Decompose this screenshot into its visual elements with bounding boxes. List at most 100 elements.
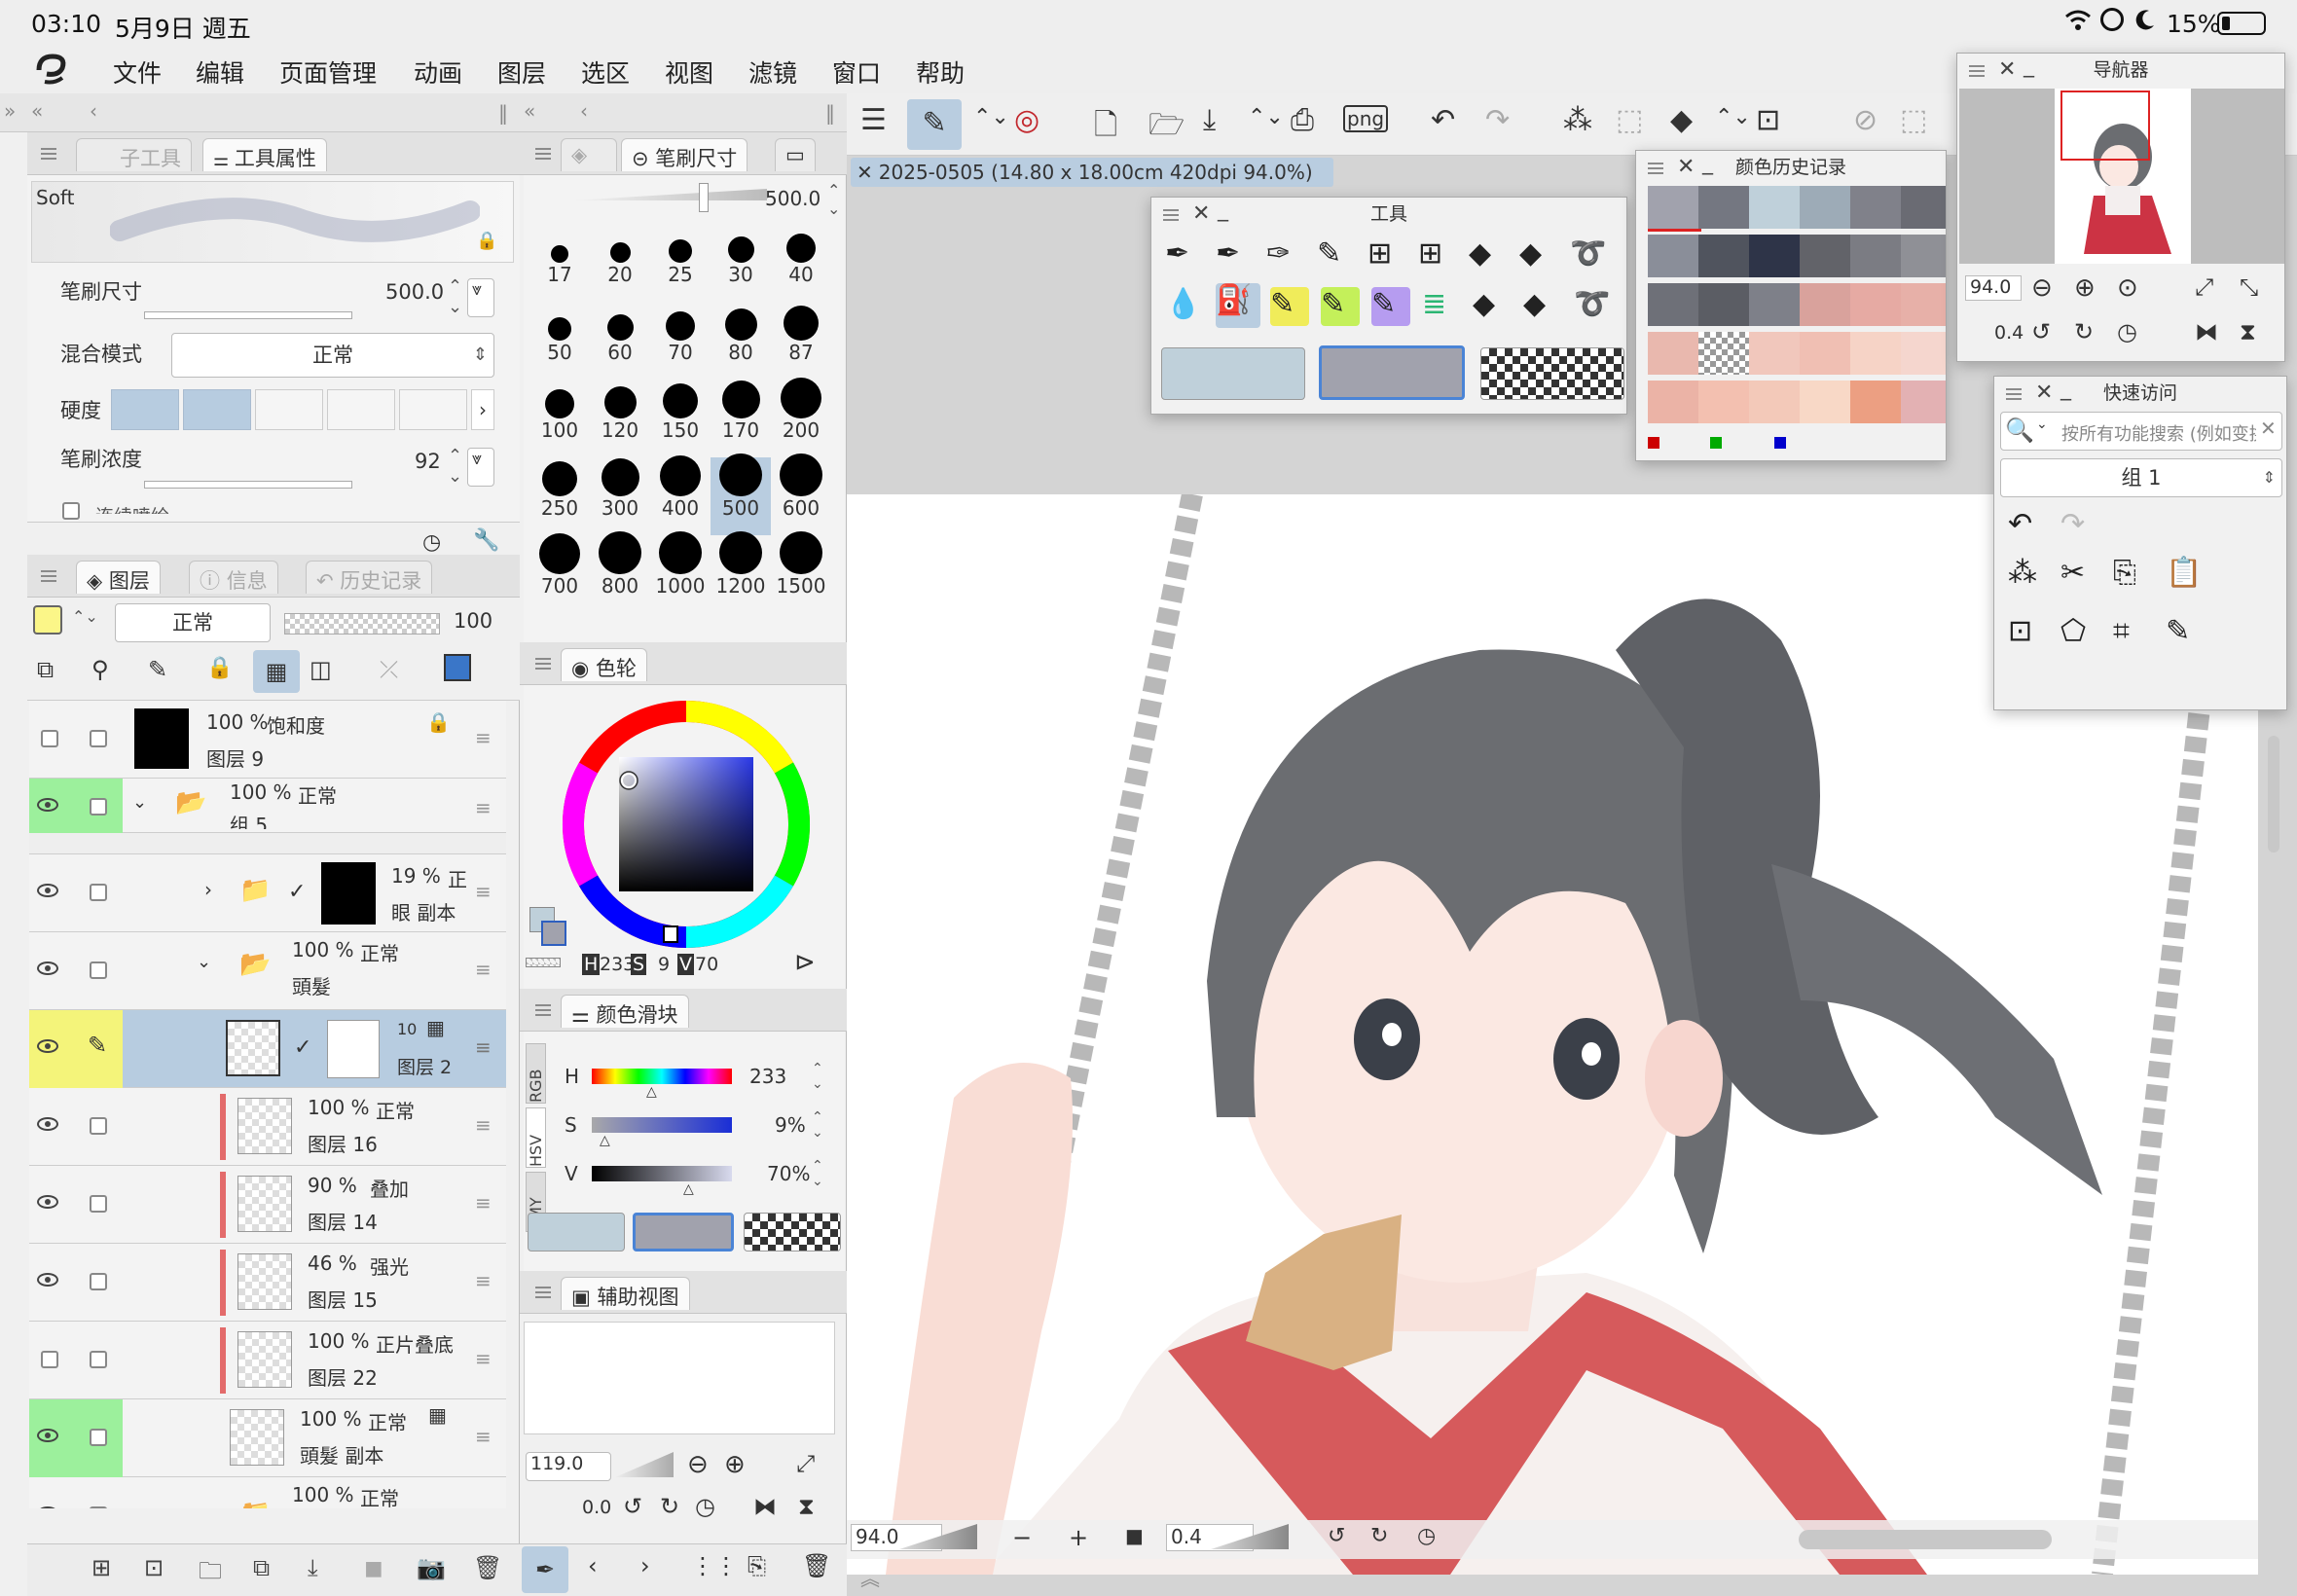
close-icon[interactable]: ✕ [1192,198,1210,231]
prev-icon[interactable]: ‹ [588,1552,598,1579]
color-wheel[interactable] [559,697,814,952]
eye-icon[interactable] [37,1273,58,1287]
chevron-down-icon[interactable]: ⌄ [197,952,211,972]
panel-menu-icon[interactable] [1648,163,1663,174]
layer-row[interactable]: 100 % 饱和度 图层 9 🔒 ≡ [29,701,506,779]
clip-icon[interactable]: ⧉ [37,656,54,683]
brush-size-option[interactable]: 60 [590,302,650,380]
layer-row[interactable]: › 📁 100 % 正常 眼 [29,1477,506,1508]
history-color-swatch[interactable] [1648,283,1698,326]
export-icon[interactable]: ⎙ [1291,103,1314,137]
undo-icon[interactable]: ↶ [2008,507,2047,546]
layer-row[interactable]: ⌄ 📂 100 % 正常 组 5 ≡ [29,779,506,833]
menu-filter[interactable]: 滤镜 [748,54,797,90]
document-tab[interactable]: ✕ 2025-0505 (14.80 x 18.00cm 420dpi 94.0%… [851,158,1333,187]
history-color-swatch[interactable] [1800,283,1850,326]
draft-layer-icon[interactable]: ✎ [148,656,167,683]
history-color-swatch[interactable] [1749,332,1800,375]
highlighter-green-icon[interactable]: ✎ [1321,287,1360,326]
menu-edit[interactable]: 编辑 [196,54,244,90]
drag-handle-icon[interactable]: ≡ [475,1347,492,1370]
tool-mode-icon[interactable]: ✎ [907,99,962,150]
minimize-icon[interactable]: _ [1702,147,1713,180]
close-icon[interactable]: ✕ [2035,377,2053,410]
import-icon[interactable]: ⎘ [747,1552,766,1579]
brush-size-option[interactable]: 20 [590,224,650,302]
history-color-swatch[interactable] [1850,186,1901,229]
brush-size-option[interactable]: 1200 [711,531,771,613]
tab-rgb[interactable]: RGB [526,1043,546,1104]
edit-checkbox[interactable] [90,1117,107,1135]
menu-animation[interactable]: 动画 [414,54,462,90]
hardness-level-5[interactable] [399,389,467,430]
fit-width-icon[interactable]: ⤡ [2240,273,2258,301]
brush-size-option[interactable]: 400 [650,455,711,535]
drag-handle-icon[interactable]: ≡ [475,880,492,903]
brush-size-option[interactable]: 600 [771,453,831,535]
fit-page-icon[interactable]: ■ [1125,1524,1144,1547]
panel-menu-icon[interactable] [41,570,56,582]
menu-layer[interactable]: 图层 [497,54,546,90]
drag-handle-icon[interactable]: ≡ [475,1113,492,1137]
app-logo-icon[interactable] [33,53,72,88]
layer-color-swatch[interactable] [33,605,62,635]
clear-icon[interactable]: ✕ [2260,417,2277,440]
eye-icon[interactable] [37,1195,58,1209]
history-color-swatch[interactable] [1648,186,1701,232]
history-color-swatch[interactable] [1749,186,1800,229]
drag-handle-icon[interactable]: ≡ [475,726,492,749]
export-png-icon[interactable]: png [1343,105,1389,132]
rotate-left-icon[interactable]: ↺ [623,1493,642,1520]
reset-rotation-icon[interactable]: ◷ [1417,1524,1436,1548]
layer-blend-select[interactable]: 正常 [115,603,271,642]
save-icon[interactable]: ⤓ [1203,103,1216,137]
fit-view-icon[interactable]: ⤢ [796,1450,815,1477]
panel-menu-icon[interactable] [41,148,56,160]
chevron-right-icon[interactable]: › [471,389,494,430]
mesh-transform-icon[interactable]: ⌗ [2113,614,2152,653]
brush-size-option[interactable]: 100 [529,380,590,457]
sub-view-zoom-slider[interactable] [615,1452,674,1477]
lasso-icon[interactable]: ➰ [1570,236,1609,275]
tab-color-wheel[interactable]: ◉ 色轮 [561,648,647,681]
select-all-icon[interactable]: ⁂ [1563,103,1592,137]
zoom-in-icon[interactable]: + [1069,1524,1088,1551]
deselect-icon[interactable]: ⬚ [1616,103,1643,137]
lasso-2-icon[interactable]: ➰ [1574,287,1613,326]
highlighter-yellow-icon[interactable]: ✎ [1270,287,1309,326]
blend-icon[interactable]: 💧 [1165,287,1204,326]
brush-size-option[interactable]: 1500 [771,531,831,613]
eye-icon[interactable] [37,1506,58,1508]
history-color-swatch[interactable] [1850,283,1901,326]
history-color-swatch[interactable] [1698,381,1749,423]
sub-color-swatch[interactable] [528,1213,625,1251]
drag-handle-icon[interactable]: ≡ [475,1269,492,1292]
close-icon[interactable]: ✕ [857,161,873,184]
tab-sub-view[interactable]: ▣ 辅助视图 [561,1277,690,1310]
quick-access-search[interactable]: 🔍 ⌄ 按所有功能搜索 (例如变换) ✕ [2000,412,2282,451]
companion-icon[interactable]: ◎ [1014,103,1039,137]
rotate-left-icon[interactable]: ↺ [1328,1524,1345,1548]
lock-icon[interactable]: 🔒 [476,231,497,251]
tab-layer[interactable]: ◈ 图层 [76,561,161,594]
edit-checkbox[interactable] [90,1351,107,1368]
menu-window[interactable]: 窗口 [832,54,881,90]
resize-grip-icon[interactable]: ‖ [825,101,835,125]
panel-menu-icon[interactable] [535,1287,551,1298]
fill-icon[interactable]: ◆ [1670,103,1693,137]
chevron-updown-icon[interactable]: ⌃⌄ [812,1158,823,1189]
panel-menu-icon[interactable] [1163,209,1179,221]
history-color-swatch[interactable] [1800,235,1850,277]
brush-size-option[interactable]: 700 [529,533,590,613]
zoom-out-icon[interactable]: ⊖ [687,1450,709,1479]
drag-handle-icon[interactable]: ≡ [475,1425,492,1448]
panel-menu-icon[interactable] [535,148,551,160]
reference-layer-icon[interactable]: ⚲ [91,656,109,683]
eraser-2-icon[interactable]: ◆ [1523,287,1562,326]
layer-row[interactable]: › 📁 ✓ 19 % 正 眼 副本 ≡ [29,854,506,932]
grid-tool-icon[interactable]: ⊞ [1367,236,1406,275]
next-icon[interactable]: › [640,1552,650,1579]
history-color-swatch[interactable] [1901,332,1946,375]
density-slider[interactable] [144,481,352,489]
menu-view[interactable]: 视图 [665,54,713,90]
